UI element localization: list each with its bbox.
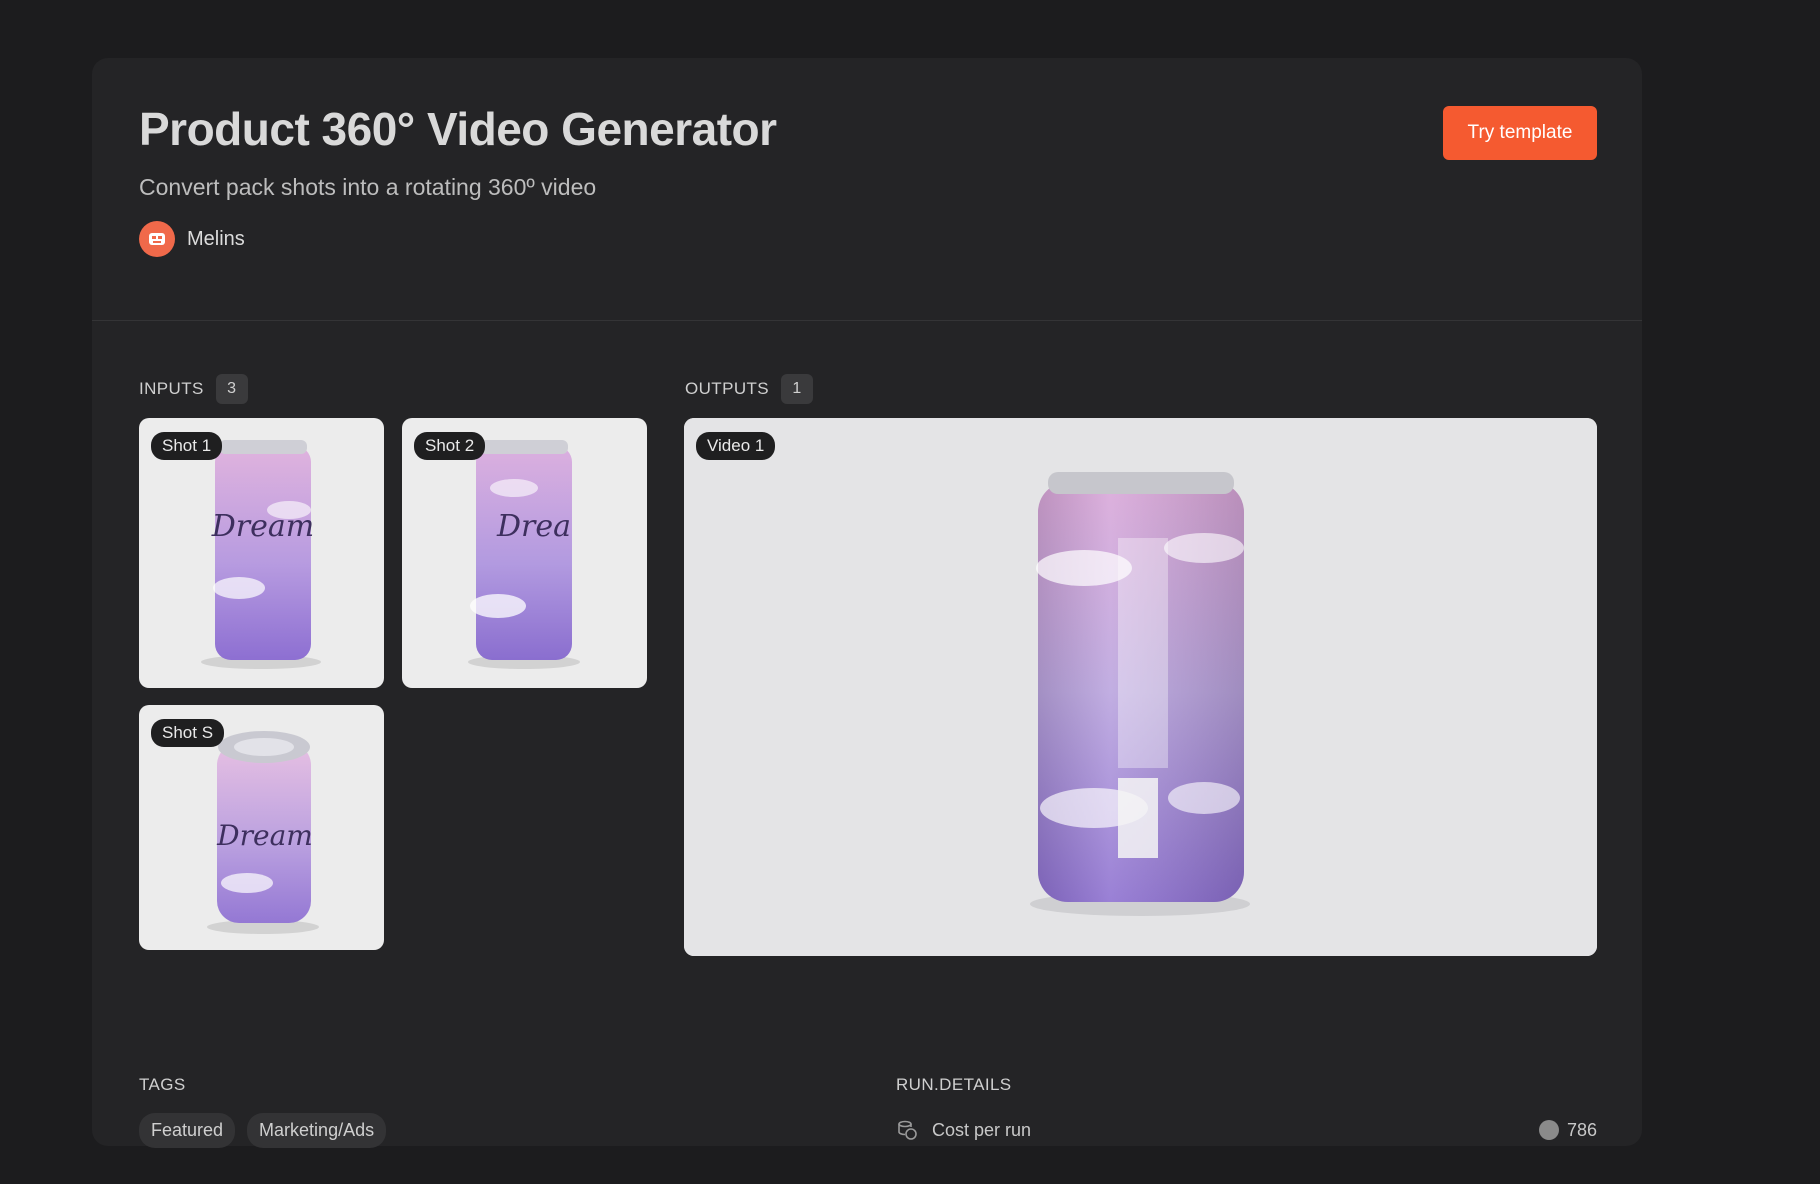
outputs-count: 1 <box>781 374 814 404</box>
tags-label: TAGS <box>139 1075 186 1094</box>
author[interactable]: Melins <box>139 221 245 257</box>
avatar-icon <box>139 221 175 257</box>
tag-list: Featured Marketing/Ads <box>139 1113 387 1148</box>
tag-marketing-ads[interactable]: Marketing/Ads <box>247 1113 387 1148</box>
cost-value: 786 <box>1538 1119 1597 1141</box>
thumbnail-label: Video 1 <box>696 432 776 460</box>
svg-text:Drea: Drea <box>496 509 571 544</box>
outputs-header: OUTPUTS 1 <box>685 374 814 404</box>
page-subtitle: Convert pack shots into a rotating 360º … <box>139 174 597 200</box>
cost-icon <box>898 1120 917 1140</box>
run-details-label: RUN.DETAILS <box>896 1075 1012 1094</box>
template-card: Product 360° Video Generator Convert pac… <box>92 58 1642 1148</box>
inputs-count: 3 <box>215 374 248 404</box>
tag-featured[interactable]: Featured <box>139 1113 236 1148</box>
svg-text:Dream: Dream <box>216 819 313 852</box>
thumbnail-label: Shot S <box>151 719 225 747</box>
input-thumbnail-shot-s[interactable]: Dream Shot S <box>139 705 384 950</box>
page-title: Product 360° Video Generator <box>139 103 777 155</box>
coin-icon <box>1538 1120 1559 1140</box>
can-image <box>684 418 1597 956</box>
input-thumbnail-shot-1[interactable]: Dream Shot 1 <box>139 418 384 688</box>
thumbnail-label: Shot 2 <box>414 432 486 460</box>
thumbnail-label: Shot 1 <box>151 432 223 460</box>
output-video-1[interactable]: Video 1 <box>684 418 1597 956</box>
cost-per-run-row: Cost per run 786 <box>896 1113 1597 1147</box>
author-name: Melins <box>187 227 245 250</box>
outputs-label: OUTPUTS <box>685 379 770 398</box>
cost-per-run-label: Cost per run <box>932 1119 1032 1140</box>
svg-text:Dream: Dream <box>211 509 314 544</box>
inputs-header: INPUTS 3 <box>139 374 248 404</box>
input-thumbnail-shot-2[interactable]: Drea Shot 2 <box>402 418 647 688</box>
try-template-button[interactable]: Try template <box>1443 106 1597 160</box>
cost-value-text: 786 <box>1566 1119 1597 1140</box>
inputs-label: INPUTS <box>139 379 204 398</box>
divider <box>92 320 1642 321</box>
